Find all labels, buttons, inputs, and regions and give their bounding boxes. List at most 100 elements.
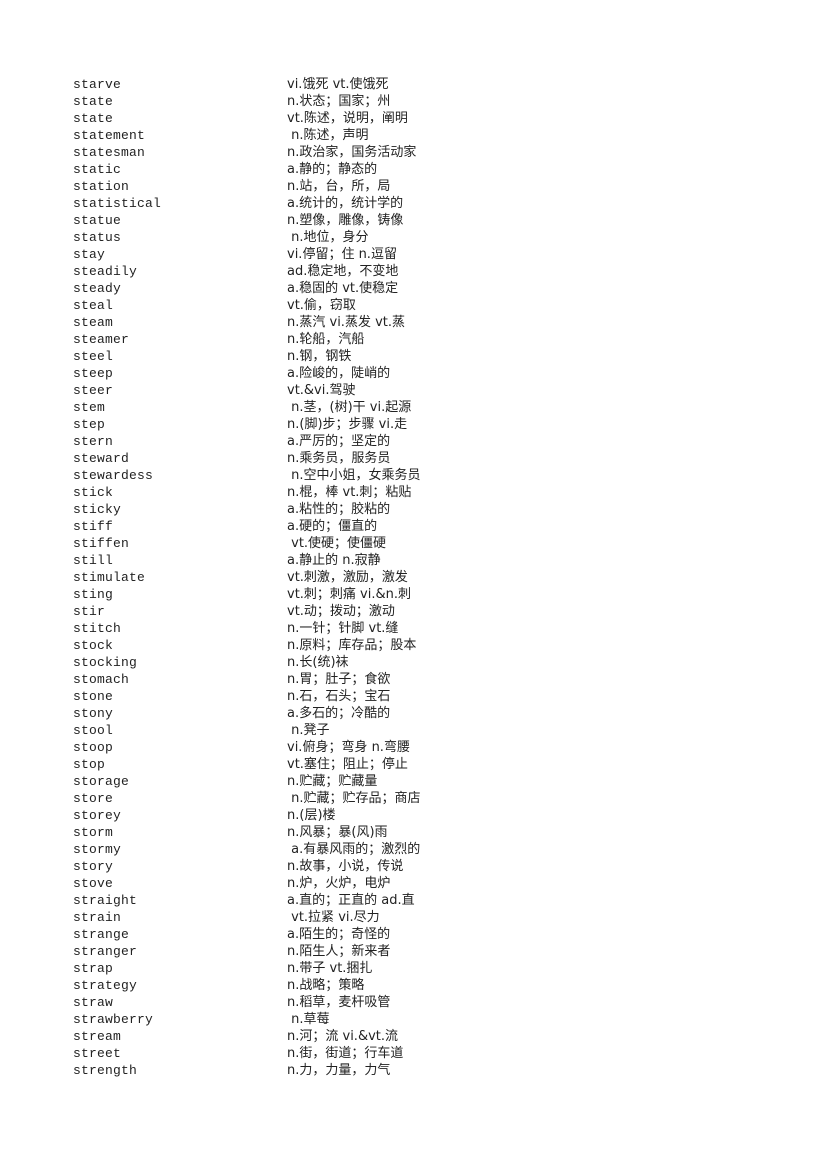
vocab-entry: steady a.稳固的 vt.使稳定 — [73, 280, 421, 297]
entry-word: steam — [73, 315, 114, 330]
vocab-entry: stay vi.停留；住 n.逗留 — [73, 246, 421, 263]
vocab-entry: statue n.塑像，雕像，铸像 — [73, 212, 421, 229]
vocab-entry: stomach n.胃；肚子；食欲 — [73, 671, 421, 688]
entry-word: strain — [73, 910, 122, 925]
vocab-entry: stiff a.硬的；僵直的 — [73, 518, 421, 535]
entry-definition: a.稳固的 vt.使稳定 — [287, 281, 399, 296]
entry-word: stick — [73, 485, 114, 500]
vocab-entry: stem n.茎，(树)干 vi.起源 — [73, 399, 421, 416]
entry-definition: n.胃；肚子；食欲 — [287, 672, 391, 687]
entry-word: stock — [73, 638, 114, 653]
vocab-entry: statement n.陈述，声明 — [73, 127, 421, 144]
entry-definition: n.空中小姐，女乘务员 — [287, 468, 421, 483]
entry-definition: a.陌生的；奇怪的 — [287, 927, 391, 942]
vocab-entry: strawberry n.草莓 — [73, 1011, 421, 1028]
entry-word: steamer — [73, 332, 130, 347]
vocab-entry: steep a.险峻的，陡峭的 — [73, 365, 421, 382]
vocab-entry: strap n.带子 vt.捆扎 — [73, 960, 421, 977]
vocab-entry: strain vt.拉紧 vi.尽力 — [73, 909, 421, 926]
vocab-entry: stimulate vt.刺激，激励，激发 — [73, 569, 421, 586]
entry-definition: n.地位，身分 — [287, 230, 369, 245]
entry-definition: vt.&vi.驾驶 — [287, 383, 356, 398]
entry-word: stony — [73, 706, 114, 721]
entry-word: storm — [73, 825, 114, 840]
vocab-entry: stone n.石，石头；宝石 — [73, 688, 421, 705]
entry-word: stool — [73, 723, 114, 738]
entry-word: stranger — [73, 944, 138, 959]
entry-definition: n.原料；库存品；股本 — [287, 638, 417, 653]
entry-definition: a.险峻的，陡峭的 — [287, 366, 391, 381]
entry-definition: a.统计的，统计学的 — [287, 196, 404, 211]
vocab-entry: starve vi.饿死 vt.使饿死 — [73, 76, 421, 93]
entry-definition: n.河；流 vi.&vt.流 — [287, 1029, 399, 1044]
vocab-entry: steward n.乘务员，服务员 — [73, 450, 421, 467]
vocab-entry: static a.静的；静态的 — [73, 161, 421, 178]
entry-word: statistical — [73, 196, 162, 211]
vocab-entry: stitch n.一针；针脚 vt.缝 — [73, 620, 421, 637]
vocab-entry: stiffen vt.使硬；使僵硬 — [73, 535, 421, 552]
entry-word: state — [73, 111, 114, 126]
vocab-entry: stranger n.陌生人；新来者 — [73, 943, 421, 960]
entry-definition: n.风暴；暴(风)雨 — [287, 825, 388, 840]
vocab-entry: statesman n.政治家，国务活动家 — [73, 144, 421, 161]
vocab-entry: stir vt.动；拨动；激动 — [73, 603, 421, 620]
entry-definition: n.乘务员，服务员 — [287, 451, 391, 466]
vocab-entry: sticky a.粘性的；胶粘的 — [73, 501, 421, 518]
entry-word: strength — [73, 1063, 138, 1078]
entry-word: steadily — [73, 264, 138, 279]
entry-definition: n.战略；策略 — [287, 978, 365, 993]
entry-word: still — [73, 553, 114, 568]
entry-word: statue — [73, 213, 122, 228]
document-page: starve vi.饿死 vt.使饿死 state n.状态；国家；州 state vt.… — [0, 0, 827, 1170]
entry-word: steal — [73, 298, 114, 313]
entry-definition: vi.饿死 vt.使饿死 — [287, 77, 389, 92]
entry-definition: n.茎，(树)干 vi.起源 — [287, 400, 412, 415]
entry-definition: n.塑像，雕像，铸像 — [287, 213, 404, 228]
entry-word: stomach — [73, 672, 130, 687]
entry-definition: a.直的；正直的 ad.直 — [287, 893, 415, 908]
entry-word: stewardess — [73, 468, 154, 483]
vocabulary-list: starve vi.饿死 vt.使饿死 state n.状态；国家；州 state vt.… — [73, 76, 421, 1079]
vocab-entry: status n.地位，身分 — [73, 229, 421, 246]
entry-word: sting — [73, 587, 114, 602]
vocab-entry: still a.静止的 n.寂静 — [73, 552, 421, 569]
vocab-entry: strategy n.战略；策略 — [73, 977, 421, 994]
entry-definition: n.钢，钢铁 — [287, 349, 352, 364]
vocab-entry: stony a.多石的；冷酷的 — [73, 705, 421, 722]
entry-definition: n.贮藏；贮藏量 — [287, 774, 378, 789]
vocab-entry: stream n.河；流 vi.&vt.流 — [73, 1028, 421, 1045]
entry-word: stiff — [73, 519, 114, 534]
entry-word: station — [73, 179, 130, 194]
entry-definition: n.贮藏；贮存品；商店 — [287, 791, 421, 806]
vocab-entry: stern a.严厉的；坚定的 — [73, 433, 421, 450]
entry-word: statement — [73, 128, 146, 143]
entry-definition: vt.动；拨动；激动 — [287, 604, 395, 619]
entry-word: story — [73, 859, 114, 874]
entry-word: storage — [73, 774, 130, 789]
entry-definition: a.静的；静态的 — [287, 162, 378, 177]
entry-definition: n.蒸汽 vi.蒸发 vt.蒸 — [287, 315, 405, 330]
entry-word: stop — [73, 757, 106, 772]
entry-definition: vt.塞住；阻止；停止 — [287, 757, 408, 772]
entry-word: stocking — [73, 655, 138, 670]
vocab-entry: storage n.贮藏；贮藏量 — [73, 773, 421, 790]
entry-word: static — [73, 162, 122, 177]
vocab-entry: state n.状态；国家；州 — [73, 93, 421, 110]
entry-word: stone — [73, 689, 114, 704]
vocab-entry: storm n.风暴；暴(风)雨 — [73, 824, 421, 841]
entry-word: stir — [73, 604, 106, 619]
entry-definition: a.有暴风雨的；激烈的 — [287, 842, 421, 857]
entry-definition: n.长(统)袜 — [287, 655, 349, 670]
entry-definition: a.硬的；僵直的 — [287, 519, 378, 534]
entry-definition: n.站，台，所，局 — [287, 179, 391, 194]
entry-word: steward — [73, 451, 130, 466]
entry-word: stimulate — [73, 570, 146, 585]
entry-word: stormy — [73, 842, 122, 857]
entry-definition: n.状态；国家；州 — [287, 94, 391, 109]
vocab-entry: stormy a.有暴风雨的；激烈的 — [73, 841, 421, 858]
entry-word: storey — [73, 808, 122, 823]
entry-definition: ad.稳定地，不变地 — [287, 264, 399, 279]
entry-definition: a.多石的；冷酷的 — [287, 706, 391, 721]
entry-definition: vt.刺；刺痛 vi.&n.刺 — [287, 587, 412, 602]
entry-word: steep — [73, 366, 114, 381]
